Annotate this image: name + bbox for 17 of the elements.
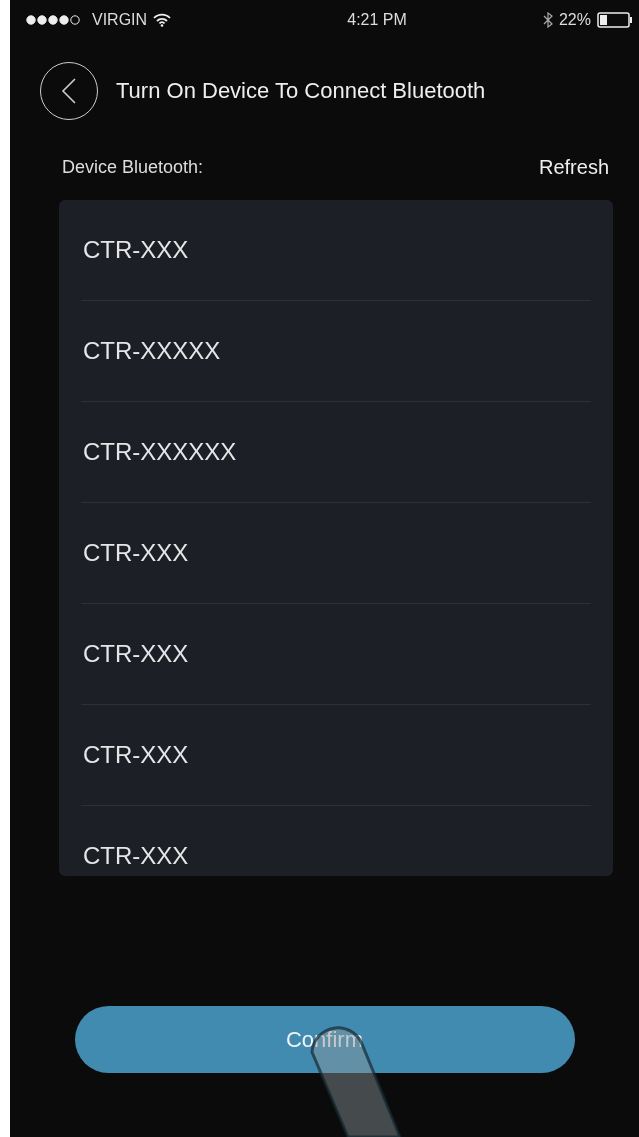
battery-icon	[597, 12, 633, 28]
page-title: Turn On Device To Connect Bluetooth	[116, 78, 486, 104]
battery-percentage: 22%	[558, 11, 591, 29]
refresh-button[interactable]: Refresh	[538, 155, 609, 179]
device-name[interactable]: CTR-XXX	[81, 539, 189, 567]
carrier-name: VIRGIN	[92, 11, 148, 29]
wifi-icon	[153, 13, 172, 27]
device-name[interactable]: CTR-XXX	[81, 842, 189, 870]
device-name[interactable]: CTR-XXX	[81, 741, 189, 769]
device-name[interactable]: CTR-XXXXX	[81, 337, 221, 365]
section-label: Device Bluetooth:	[62, 156, 204, 178]
device-name[interactable]: CTR-XXX	[81, 640, 189, 668]
clock-time: 4:21 PM	[347, 11, 407, 29]
device-name[interactable]: CTR-XXXXXX	[81, 438, 237, 466]
chevron-left-icon	[61, 77, 77, 105]
bluetooth-icon	[542, 12, 553, 28]
device-name[interactable]: CTR-XXX	[81, 236, 189, 264]
